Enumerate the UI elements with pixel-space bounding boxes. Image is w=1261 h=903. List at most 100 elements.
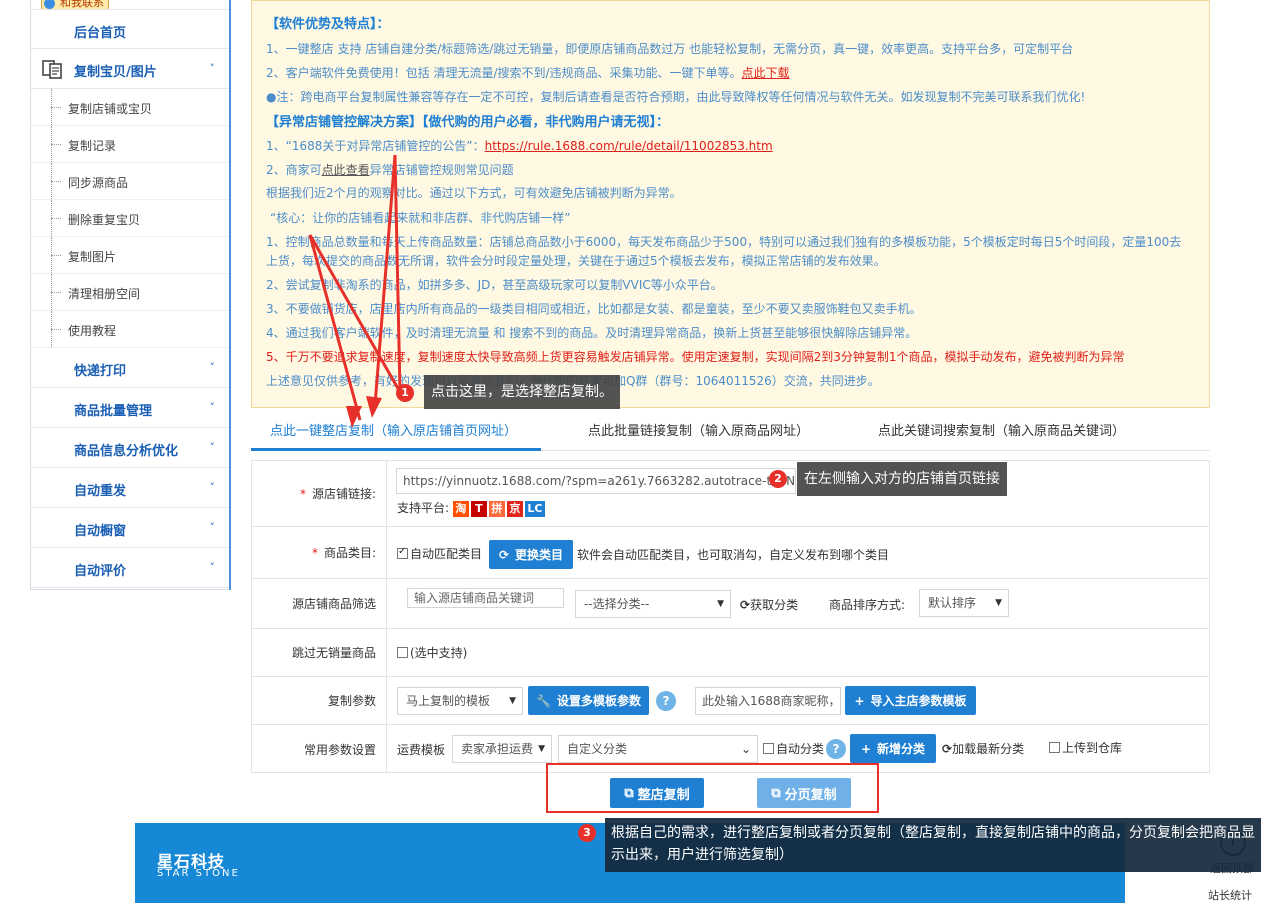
annotation-badge-2: 2 — [769, 470, 787, 488]
sidebar-subitem-copy-store[interactable]: 复制店铺或宝贝 — [31, 89, 229, 126]
sidebar-item-label: 复制图片 — [68, 250, 117, 264]
sidebar-item-label: 自动评价 — [74, 564, 127, 579]
sidebar-item-label: 删除重复宝贝 — [68, 213, 141, 227]
change-category-button[interactable]: ⟳ 更换类目 — [489, 540, 573, 569]
sidebar-subitem-delete-duplicates[interactable]: 删除重复宝贝 — [31, 200, 229, 237]
sidebar-subitem-copy-records[interactable]: 复制记录 — [31, 126, 229, 163]
custom-category-select[interactable]: 自定义分类 ⌄ — [558, 735, 758, 763]
fetch-category-button[interactable]: ⟳获取分类 — [740, 596, 798, 613]
notice-heading-advantages: 【软件优势及特点】： — [266, 17, 390, 32]
tab-batch-link-copy[interactable]: 点此批量链接复制（输入原商品网址） — [588, 420, 809, 439]
sidebar-item-home[interactable]: 后台首页 — [31, 9, 229, 49]
qq-icon — [44, 0, 55, 9]
sidebar-item-auto-repost[interactable]: 自动重发 ˅ — [31, 468, 229, 508]
sidebar-item-label: 使用教程 — [68, 324, 117, 338]
sidebar: 和我联系 后台首页 复制宝贝/图片 ˅ 复制店铺或宝贝 复制记录 同步源商品 删… — [30, 0, 231, 590]
form-row-category: *商品类目: 自动匹配类目 ⟳更换类目 软件会自动匹配类目，也可取消勾，自定义发… — [252, 527, 1209, 579]
upload-warehouse-checkbox[interactable]: 上传到仓库 — [1049, 739, 1122, 756]
notice-line: ●注：跨电商平台复制属性兼容等存在一定不可控，复制后请查看是否符合预期，由此导致… — [266, 90, 1086, 104]
view-rules-link[interactable]: 点此查看 — [322, 163, 370, 177]
plus-icon: + — [854, 693, 865, 708]
sidebar-item-batch-manage[interactable]: 商品批量管理 ˅ — [31, 388, 229, 428]
merchant-nick-input[interactable]: 此处输入1688商家昵称，点 — [695, 687, 841, 715]
shipping-template-select[interactable]: 卖家承担运费 ▼ — [452, 735, 552, 763]
caret-down-icon: ▼ — [995, 598, 1002, 608]
site-stats-link[interactable]: 站长统计 — [1208, 887, 1252, 903]
highlight-box-actions — [546, 763, 879, 813]
sidebar-item-label: 后台首页 — [74, 26, 127, 41]
form-row-filter: 源店铺商品筛选 输入源店铺商品关键词 --选择分类-- ▼ ⟳获取分类 商品排序方… — [252, 579, 1209, 629]
sidebar-item-label: 自动重发 — [74, 484, 127, 499]
taobao-icon: 淘 — [452, 500, 469, 517]
jd-icon: 京 — [506, 500, 523, 517]
notice-line: 上货，每次提交的商品数无所谓，软件会分时段定量处理，关键在于通过5个模板去发布，… — [266, 254, 886, 268]
notice-line: 1、“1688关于对异常店铺管控的公告”：https://rule.1688.c… — [266, 139, 773, 153]
sidebar-item-auto-showcase[interactable]: 自动橱窗 ˅ — [31, 508, 229, 548]
annotation-tip-1: 点击这里，是选择整店复制。 — [424, 375, 620, 409]
sidebar-item-label: 商品信息分析优化 — [74, 444, 179, 459]
chevron-down-icon: ˅ — [209, 441, 216, 454]
sidebar-item-copy-goods[interactable]: 复制宝贝/图片 ˅ — [31, 49, 229, 89]
checkbox-unchecked-icon — [763, 743, 774, 754]
category-hint: 软件会自动匹配类目，也可取消勾，自定义发布到哪个类目 — [577, 548, 890, 562]
sort-select[interactable]: 默认排序 ▼ — [919, 589, 1009, 617]
keyword-input[interactable]: 输入源店铺商品关键词 — [407, 588, 564, 608]
download-link[interactable]: 点此下载 — [742, 66, 790, 80]
source-url-label: 源店铺链接: — [311, 487, 376, 501]
refresh-icon: ⟳ — [498, 547, 510, 562]
category-select[interactable]: --选择分类-- ▼ — [575, 590, 731, 618]
notice-panel: 【软件优势及特点】： 1、一键整店 支持 店铺自建分类/标题筛选/跳过无销量，即… — [251, 0, 1210, 408]
notice-line: 2、尝试复制非淘系的商品，如拼多多、JD，甚至高级玩家可以复制VVIC等小众平台… — [266, 278, 723, 292]
caret-down-icon: ▼ — [509, 696, 516, 706]
sidebar-item-express-print[interactable]: 快递打印 ˅ — [31, 348, 229, 388]
lc-icon: LC — [524, 500, 545, 517]
checkbox-unchecked-icon — [1049, 742, 1060, 753]
notice-line: 4、通过我们客户端软件，及时清理无流量 和 搜索不到的商品。及时清理异常商品，换… — [266, 326, 918, 340]
sidebar-item-label: 复制宝贝/图片 — [74, 65, 157, 80]
platforms-row: 支持平台: 淘 T 拼京 LC — [397, 499, 547, 517]
refresh-icon: ⟳ — [942, 742, 953, 756]
template-select[interactable]: 马上复制的模板 ▼ — [397, 687, 523, 715]
sidebar-item-info-analysis[interactable]: 商品信息分析优化 ˅ — [31, 428, 229, 468]
chevron-down-icon: ˅ — [209, 561, 216, 574]
annotation-badge-3: 3 — [578, 824, 596, 842]
reload-category-button[interactable]: ⟳加载最新分类 — [942, 740, 1024, 757]
set-multi-template-button[interactable]: 🔧 设置多模板参数 — [528, 686, 649, 715]
sidebar-subitem-clean-album[interactable]: 清理相册空间 — [31, 274, 229, 311]
chevron-down-icon: ˅ — [209, 401, 216, 414]
skip-no-sales-checkbox[interactable]: (选中支持) — [397, 644, 467, 661]
notice-line: 2、客户端软件免费使用！包括 清理无流量/搜索不到/违规商品、采集功能、一键下单… — [266, 66, 790, 80]
annotation-tip-2: 在左侧输入对方的店铺首页链接 — [797, 462, 1007, 496]
chevron-down-icon: ˅ — [209, 361, 216, 374]
add-category-button[interactable]: + 新增分类 — [850, 734, 936, 763]
wrench-icon: 🔧 — [536, 693, 551, 708]
checkbox-checked-icon — [397, 546, 408, 559]
sidebar-accent-bar — [229, 0, 231, 590]
pinduoduo-icon: 拼 — [488, 500, 505, 517]
sidebar-subitem-tutorial[interactable]: 使用教程 — [31, 311, 229, 348]
notice-line: 3、不要做铺货店，店里店内所有商品的一级类目相同或相近，比如都是女装、都是童装，… — [266, 302, 922, 316]
help-icon[interactable]: ? — [826, 739, 846, 759]
import-main-template-button[interactable]: + 导入主店参数模板 — [845, 686, 976, 715]
sidebar-item-label: 自动橱窗 — [74, 524, 127, 539]
refresh-icon: ⟳ — [740, 598, 751, 612]
notice-warning-line: 5、千万不要追求复制速度，复制速度太快导致高频上货更容易触发店铺异常。使用定速复… — [266, 350, 1125, 364]
notice-line: “核心：让你的店铺看起来就和非店群、非代购店铺一样” — [270, 211, 571, 225]
sort-label: 商品排序方式: — [829, 598, 906, 612]
source-url-input[interactable]: https://yinnuotz.1688.com/?spm=a261y.766… — [396, 468, 796, 494]
tab-whole-store-copy[interactable]: 点此一键整店复制（输入原店铺首页网址） — [270, 420, 517, 439]
document-copy-icon — [42, 60, 62, 79]
auto-match-checkbox[interactable]: 自动匹配类目 — [397, 545, 482, 562]
form-row-source-url: * 源店铺链接: https://yinnuotz.1688.com/?spm=a… — [252, 461, 1209, 527]
help-icon[interactable]: ? — [656, 691, 676, 711]
chevron-down-icon: ˅ — [209, 62, 216, 75]
auto-category-checkbox[interactable]: 自动分类 — [763, 740, 824, 757]
plus-icon: + — [860, 741, 872, 756]
sidebar-subitem-sync-source[interactable]: 同步源商品 — [31, 163, 229, 200]
sidebar-subitem-copy-images[interactable]: 复制图片 — [31, 237, 229, 274]
tab-keyword-copy[interactable]: 点此关键词搜索复制（输入原商品关键词） — [878, 420, 1125, 439]
sidebar-item-auto-review[interactable]: 自动评价 ˅ — [31, 548, 229, 588]
sidebar-item-label: 清理相册空间 — [68, 287, 141, 301]
rule-link[interactable]: https://rule.1688.com/rule/detail/110028… — [485, 139, 773, 153]
footer-brand-en: STAR STONE — [157, 868, 240, 879]
